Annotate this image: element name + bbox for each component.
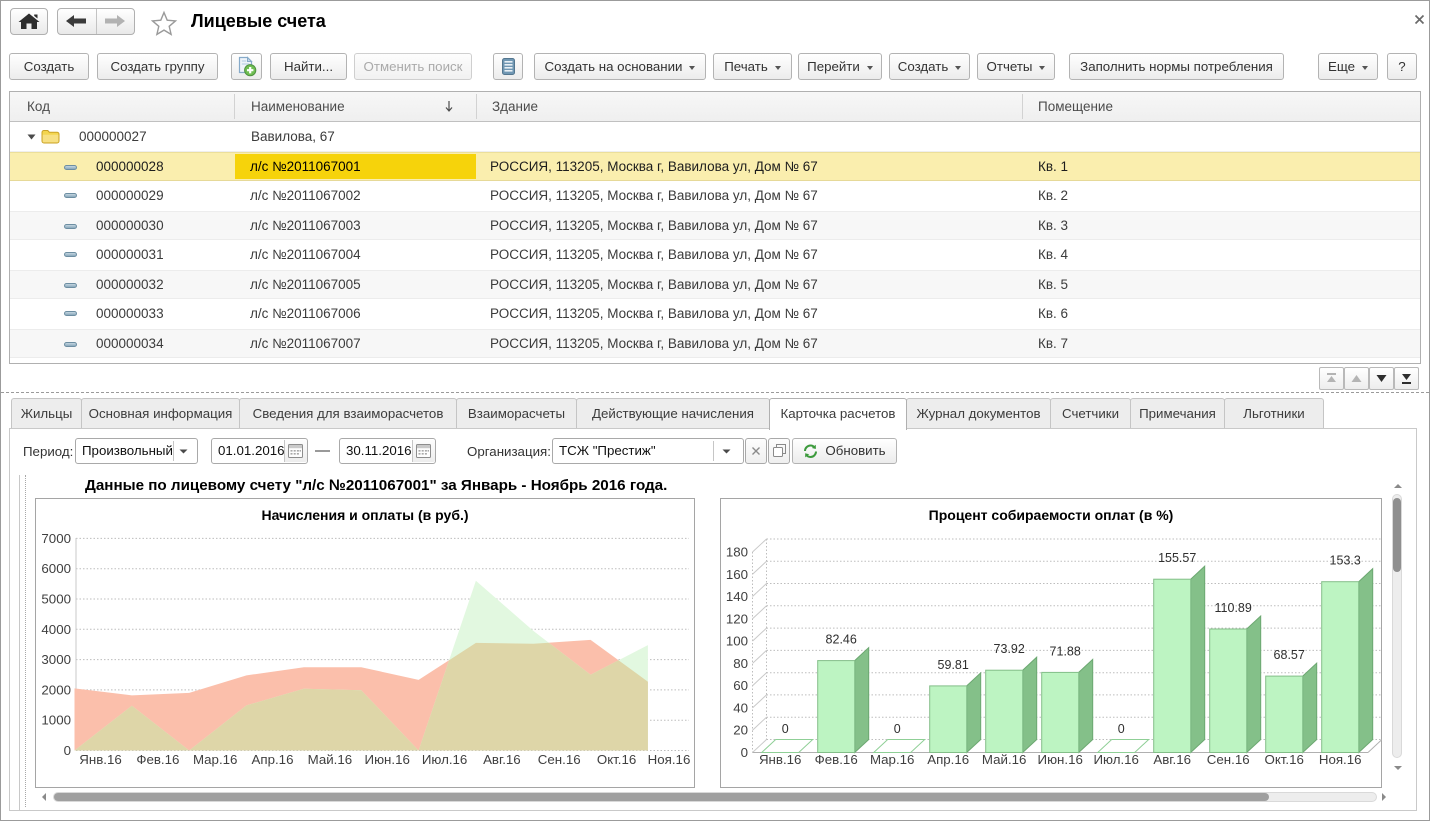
svg-text:0: 0: [894, 722, 901, 736]
svg-text:160: 160: [726, 567, 748, 582]
svg-text:Процент собираемости оплат (в: Процент собираемости оплат (в %): [929, 507, 1174, 523]
svg-text:1000: 1000: [41, 713, 71, 728]
svg-text:4000: 4000: [41, 622, 71, 637]
svg-text:Фев.16: Фев.16: [136, 752, 179, 767]
svg-text:0: 0: [782, 722, 789, 736]
svg-text:Ноя.16: Ноя.16: [648, 752, 691, 767]
svg-text:Янв.16: Янв.16: [79, 752, 122, 767]
svg-text:110.89: 110.89: [1215, 601, 1252, 615]
svg-text:Июл.16: Июл.16: [422, 752, 467, 767]
svg-text:Окт.16: Окт.16: [597, 752, 636, 767]
svg-text:0: 0: [1118, 722, 1125, 736]
svg-text:20: 20: [733, 723, 748, 738]
svg-text:40: 40: [733, 700, 748, 715]
svg-text:Мар.16: Мар.16: [193, 752, 238, 767]
svg-text:7000: 7000: [41, 531, 71, 546]
svg-text:Апр.16: Апр.16: [927, 752, 969, 767]
svg-text:Сен.16: Сен.16: [1207, 752, 1250, 767]
svg-text:153.3: 153.3: [1330, 554, 1361, 568]
svg-text:Сен.16: Сен.16: [538, 752, 581, 767]
svg-text:Начисления и оплаты (в руб.): Начисления и оплаты (в руб.): [261, 507, 468, 523]
svg-text:68.57: 68.57: [1274, 648, 1305, 662]
svg-text:100: 100: [726, 634, 748, 649]
svg-text:5000: 5000: [41, 592, 71, 607]
svg-text:3000: 3000: [41, 652, 71, 667]
svg-text:Июн.16: Июн.16: [1038, 752, 1083, 767]
svg-text:Июн.16: Июн.16: [365, 752, 410, 767]
svg-text:120: 120: [726, 611, 748, 626]
svg-text:Май.16: Май.16: [982, 752, 1027, 767]
svg-text:0: 0: [741, 745, 748, 760]
svg-text:180: 180: [726, 545, 748, 560]
svg-text:Авг.16: Авг.16: [1153, 752, 1191, 767]
svg-text:Апр.16: Апр.16: [252, 752, 294, 767]
svg-text:60: 60: [733, 678, 748, 693]
svg-text:Авг.16: Авг.16: [483, 752, 521, 767]
svg-text:59.81: 59.81: [938, 658, 969, 672]
svg-text:Мар.16: Мар.16: [870, 752, 915, 767]
svg-text:Янв.16: Янв.16: [759, 752, 802, 767]
svg-text:82.46: 82.46: [826, 633, 857, 647]
svg-text:71.88: 71.88: [1050, 644, 1081, 658]
svg-text:73.92: 73.92: [994, 642, 1025, 656]
svg-text:0: 0: [64, 743, 71, 758]
svg-text:80: 80: [733, 656, 748, 671]
svg-text:6000: 6000: [41, 561, 71, 576]
svg-text:Ноя.16: Ноя.16: [1319, 752, 1362, 767]
svg-text:155.57: 155.57: [1158, 551, 1196, 565]
svg-text:140: 140: [726, 589, 748, 604]
svg-text:Июл.16: Июл.16: [1093, 752, 1138, 767]
svg-text:2000: 2000: [41, 682, 71, 697]
svg-text:Май.16: Май.16: [308, 752, 353, 767]
svg-text:Фев.16: Фев.16: [815, 752, 858, 767]
svg-text:Окт.16: Окт.16: [1264, 752, 1303, 767]
